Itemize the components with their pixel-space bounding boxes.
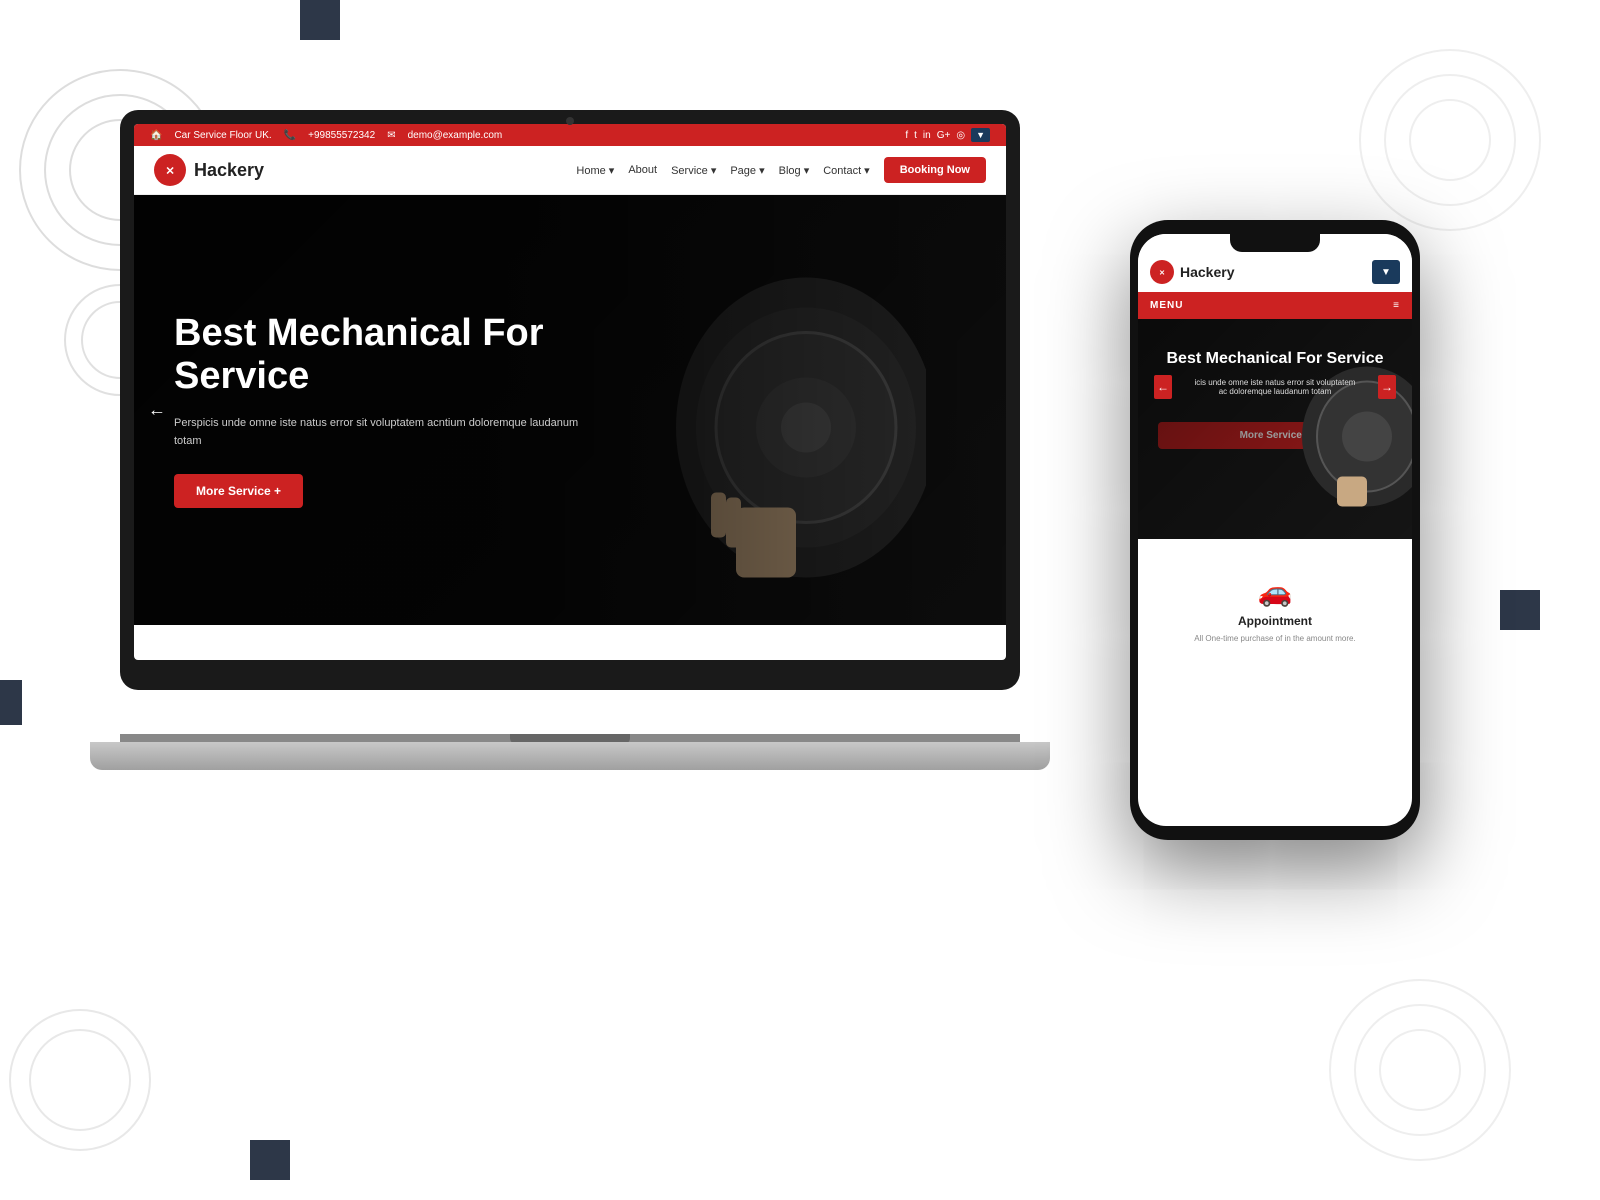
site-logo-text: Hackery: [194, 160, 264, 181]
decorative-square-top: [300, 0, 340, 40]
phone-notch: [1230, 232, 1320, 252]
more-service-btn[interactable]: More Service +: [174, 474, 303, 508]
laptop-camera: [566, 117, 574, 125]
nav-service[interactable]: Service ▾: [671, 164, 716, 177]
decorative-square-left: [0, 680, 22, 725]
dribbble-icon[interactable]: ◎: [956, 130, 965, 141]
topbar-email: demo@example.com: [408, 130, 503, 141]
phone-hero-content: Best Mechanical For Service ← icis unde …: [1138, 319, 1412, 412]
phone-arrow-right[interactable]: →: [1378, 375, 1396, 399]
phone-hero-title: Best Mechanical For Service: [1150, 349, 1400, 368]
nav-about[interactable]: About: [628, 164, 657, 176]
phone-service-desc: All One-time purchase of in the amount m…: [1194, 634, 1355, 643]
nav-contact[interactable]: Contact ▾: [823, 164, 870, 177]
phone-hero-arrows: ← icis unde omne iste natus error sit vo…: [1150, 374, 1400, 400]
decorative-square-right: [1500, 590, 1540, 630]
car-icon: 🚗: [1258, 575, 1293, 608]
topbar-left: 🏠 Car Service Floor UK. 📞 +99855572342 ✉…: [150, 130, 502, 141]
phone-logo-text: Hackery: [1180, 264, 1235, 280]
hero-arrow-left[interactable]: ←: [148, 400, 166, 421]
phone-arrow-left[interactable]: ←: [1154, 375, 1172, 399]
phone-device: ✕ Hackery ▼ MENU ≡: [1130, 220, 1420, 840]
phone-bezel: ✕ Hackery ▼ MENU ≡: [1130, 220, 1420, 840]
topbar-email-icon: ✉: [387, 130, 395, 141]
site-nav: Home ▾ About Service ▾ Page ▾ Blog ▾ Con…: [576, 157, 986, 183]
google-plus-icon[interactable]: G+: [937, 130, 951, 141]
phone-menu-bar: MENU ≡: [1138, 292, 1412, 319]
topbar-phone: +99855572342: [308, 130, 375, 141]
decorative-square-bottom: [250, 1140, 290, 1180]
nav-home[interactable]: Home ▾: [576, 164, 614, 177]
phone-logo-icon: ✕: [1150, 260, 1174, 284]
booking-btn[interactable]: Booking Now: [884, 157, 986, 183]
facebook-icon[interactable]: f: [905, 130, 908, 141]
site-logo: ✕ Hackery: [154, 154, 264, 186]
site-hero: ← Best Mechanical For Service Perspicis …: [134, 195, 1006, 625]
phone-menu-label: MENU: [1150, 300, 1183, 311]
deco-circle-right-top: [1350, 40, 1550, 240]
site-topbar: 🏠 Car Service Floor UK. 📞 +99855572342 ✉…: [134, 124, 1006, 146]
hero-title: Best Mechanical For Service: [174, 312, 594, 399]
phone-logo: ✕ Hackery: [1150, 260, 1235, 284]
phone-translate-btn[interactable]: ▼: [1372, 260, 1400, 284]
nav-blog[interactable]: Blog ▾: [779, 164, 810, 177]
phone-hamburger-icon[interactable]: ≡: [1393, 300, 1400, 311]
site-header: ✕ Hackery Home ▾ About Service ▾ Page ▾ …: [134, 146, 1006, 195]
phone-service-title: Appointment: [1238, 614, 1312, 628]
logo-icon: ✕: [154, 154, 186, 186]
laptop-screen: 🏠 Car Service Floor UK. 📞 +99855572342 ✉…: [134, 124, 1006, 660]
laptop-base: [90, 742, 1050, 770]
laptop-bezel: 🏠 Car Service Floor UK. 📞 +99855572342 ✉…: [120, 110, 1020, 690]
deco-circle-right-bottom: [1320, 970, 1520, 1170]
topbar-right: f t in G+ ◎ ▼: [905, 128, 990, 142]
laptop-device: 🏠 Car Service Floor UK. 📞 +99855572342 ✉…: [120, 110, 1020, 770]
twitter-icon[interactable]: t: [914, 130, 917, 141]
topbar-address: Car Service Floor UK.: [174, 130, 271, 141]
deco-circle-left-bottom: [0, 1000, 160, 1160]
phone-hero-desc: icis unde omne iste natus error sit volu…: [1172, 374, 1378, 400]
topbar-phone-icon: 📞: [284, 130, 296, 141]
topbar-translate-btn[interactable]: ▼: [971, 128, 990, 142]
phone-service-section: 🚗 Appointment All One-time purchase of i…: [1138, 559, 1412, 659]
phone-screen: ✕ Hackery ▼ MENU ≡: [1138, 234, 1412, 826]
hero-description: Perspicis unde omne iste natus error sit…: [174, 415, 594, 450]
instagram-icon[interactable]: in: [923, 130, 931, 141]
svg-text:✕: ✕: [165, 166, 174, 178]
phone-hero: Best Mechanical For Service ← icis unde …: [1138, 319, 1412, 539]
svg-text:✕: ✕: [1159, 270, 1165, 277]
topbar-home-icon: 🏠: [150, 130, 162, 141]
nav-page[interactable]: Page ▾: [730, 164, 764, 177]
phone-separator: [1138, 539, 1412, 559]
